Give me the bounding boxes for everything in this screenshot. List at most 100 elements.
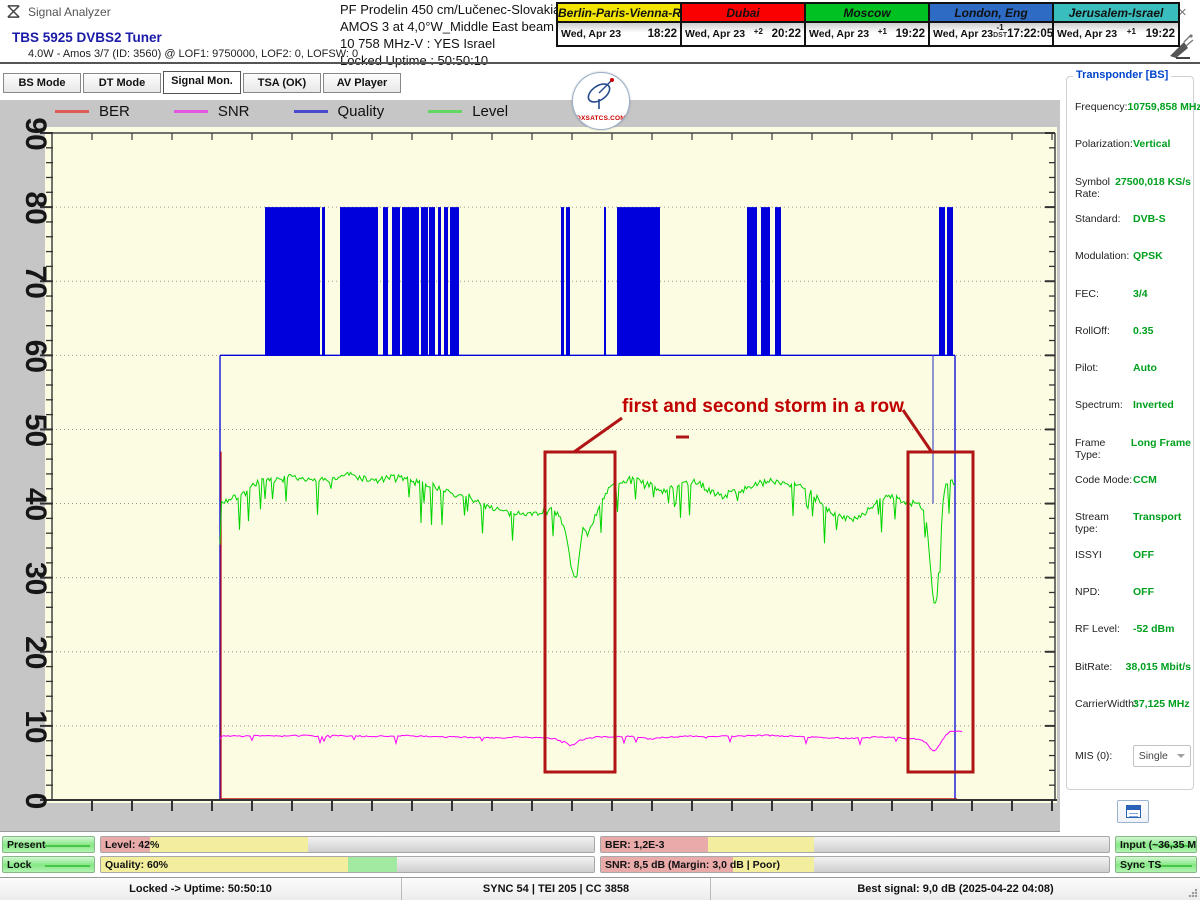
clock-value: Wed, Apr 2318:22 [558, 23, 680, 45]
indicator-input-36-35-mbps-: Input (~36,35 Mbps) [1115, 836, 1197, 853]
meter-row-2: LockQuality: 60%SNR: 8,5 dB (Margin: 3,0… [0, 856, 1200, 873]
tab-signal-mon-[interactable]: Signal Mon. [163, 71, 241, 94]
tab-dt-mode[interactable]: DT Mode [83, 73, 161, 93]
meter-label: Sync TS [1120, 857, 1161, 873]
clock-2: DubaiWed, Apr 23+220:22 [682, 4, 806, 45]
y-axis-label: 60 [19, 340, 52, 373]
clock-date: Wed, Apr 23 [561, 28, 621, 40]
field-value: Inverted [1133, 399, 1174, 411]
tab-tsa-ok-[interactable]: TSA (OK) [243, 73, 321, 93]
tuner-detail: 4.0W - Amos 3/7 (ID: 3560) @ LOF1: 97500… [28, 48, 358, 60]
transponder-field-13: NPD:OFF [1075, 586, 1191, 598]
clock-utc-offset: +1 [869, 28, 895, 35]
mis-select[interactable]: Single [1133, 745, 1191, 767]
transponder-field-11: Stream type:Transport [1075, 511, 1191, 535]
clock-date: Wed, Apr 23 [809, 28, 869, 40]
clock-5: Jerusalem-IsraelWed, Apr 23+119:22 [1054, 4, 1178, 45]
log-save-button[interactable] [1117, 800, 1149, 823]
satellite-line: AMOS 3 at 4,0°W_Middle East beam [340, 18, 555, 35]
legend-label: SNR [218, 103, 250, 120]
field-value: 37,125 MHz [1133, 698, 1190, 710]
window-title: Signal Analyzer [28, 5, 111, 19]
transponder-field-14: RF Level:-52 dBm [1075, 623, 1191, 635]
y-axis-label: 80 [19, 191, 52, 224]
legend-label: BER [99, 103, 130, 120]
resize-grip[interactable] [1188, 888, 1198, 898]
indicator-present: Present [2, 836, 95, 853]
meter-label: Input (~36,35 Mbps) [1120, 837, 1197, 853]
field-label: Frequency: [1075, 101, 1128, 113]
field-label: Pilot: [1075, 362, 1133, 374]
tuner-name: TBS 5925 DVBS2 Tuner [12, 30, 358, 45]
y-axis-label: 40 [19, 488, 52, 521]
dxsatcs-logo: DXSATCS.COM [572, 72, 630, 130]
meter-label: SNR: 8,5 dB (Margin: 3,0 dB | Poor) [605, 857, 780, 873]
y-axis-label: 0 [19, 793, 52, 810]
legend-item-snr: SNR [174, 103, 250, 120]
legend-swatch [55, 110, 89, 113]
field-label: Frame Type: [1075, 437, 1131, 461]
field-value: -52 dBm [1133, 623, 1174, 635]
signal-chart-panel: BERSNRQualityLevel 0102030405060708090fi… [0, 100, 1060, 832]
field-value: 3/4 [1133, 288, 1148, 300]
clock-3: MoscowWed, Apr 23+119:22 [806, 4, 930, 45]
clock-utc-offset: -1DST [993, 24, 1007, 39]
clock-city-label: Berlin-Paris-Vienna-Roma [558, 4, 680, 23]
statusbar-section-2: SYNC 54 | TEI 205 | CC 3858 [402, 878, 711, 900]
transponder-field-0: Frequency:10759,858 MHz [1075, 101, 1191, 113]
mis-value: Single [1139, 750, 1168, 762]
clock-value: Wed, Apr 23-1DST17:22:05 [930, 23, 1052, 45]
field-value: 27500,018 KS/s [1115, 176, 1191, 200]
legend-swatch [428, 110, 462, 113]
transponder-field-1: Polarization:Vertical [1075, 138, 1191, 150]
chart-legend: BER SNR Quality Level [55, 103, 508, 120]
clock-value: Wed, Apr 23+220:22 [682, 23, 804, 45]
logo-text: DXSATCS.COM [576, 115, 626, 122]
clock-city-label: Jerusalem-Israel [1054, 4, 1178, 23]
logo-dish-icon [581, 77, 623, 111]
field-label: Modulation: [1075, 250, 1133, 262]
mis-label: MIS (0): [1075, 750, 1129, 762]
clock-time: 20:22 [772, 28, 801, 40]
meter-level: Level: 42% [100, 836, 595, 853]
tuner-info: TBS 5925 DVBS2 Tuner 4.0W - Amos 3/7 (ID… [12, 30, 358, 60]
clock-city-label: London, Eng [930, 4, 1052, 23]
field-label: RF Level: [1075, 623, 1133, 635]
clock-time: 19:22 [896, 28, 925, 40]
header-divider [0, 62, 1200, 64]
clock-utc-offset: +1 [1117, 28, 1145, 35]
transponder-field-3: Standard:DVB-S [1075, 213, 1191, 225]
field-value: Long Frame [1131, 437, 1191, 461]
legend-item-level: Level [428, 103, 508, 120]
transponder-title: Transponder [BS] [1073, 69, 1171, 81]
tab-bs-mode[interactable]: BS Mode [3, 73, 81, 93]
field-value: 0.35 [1133, 325, 1153, 337]
transponder-field-10: Code Mode:CCM [1075, 474, 1191, 486]
meter-quality: Quality: 60% [100, 856, 595, 873]
field-label: BitRate: [1075, 661, 1126, 673]
mis-row: MIS (0): Single [1075, 745, 1191, 767]
clock-date: Wed, Apr 23 [1057, 28, 1117, 40]
transponder-field-7: Pilot:Auto [1075, 362, 1191, 374]
field-value: Auto [1133, 362, 1157, 374]
transponder-field-12: ISSYIOFF [1075, 549, 1191, 561]
field-value: OFF [1133, 549, 1154, 561]
clock-date: Wed, Apr 23 [933, 28, 993, 40]
meter-ber: BER: 1,2E-3 [600, 836, 1110, 853]
clock-value: Wed, Apr 23+119:22 [806, 23, 928, 45]
transponder-field-15: BitRate:38,015 Mbit/s [1075, 661, 1191, 673]
meter-label: Quality: 60% [105, 857, 168, 873]
statusbar-section-1: Locked -> Uptime: 50:50:10 [0, 878, 402, 900]
clock-city-label: Moscow [806, 4, 928, 23]
tab-av-player[interactable]: AV Player [323, 73, 401, 93]
meter-label: Present [7, 837, 46, 853]
y-axis-label: 20 [19, 636, 52, 669]
meter-segment [348, 857, 397, 872]
field-value: CCM [1133, 474, 1157, 486]
app-icon [6, 4, 21, 19]
legend-label: Level [472, 103, 508, 120]
legend-label: Quality [338, 103, 385, 120]
field-label: CarrierWidth: [1075, 698, 1133, 710]
y-axis-label: 30 [19, 562, 52, 595]
meter-label: BER: 1,2E-3 [605, 837, 665, 853]
